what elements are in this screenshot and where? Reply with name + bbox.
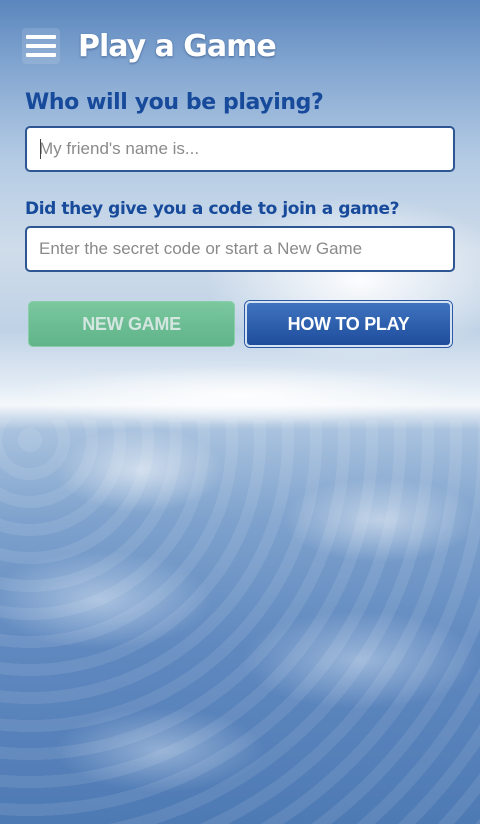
hamburger-menu-icon — [26, 35, 56, 39]
game-code-label: Did they give you a code to join a game? — [25, 199, 400, 219]
menu-button[interactable] — [22, 28, 60, 64]
game-code-field-wrapper — [25, 226, 455, 272]
cloud-layer — [0, 420, 480, 824]
opponent-name-label: Who will you be playing? — [25, 90, 324, 115]
app-header: Play a Game — [0, 22, 480, 78]
opponent-name-field-wrapper — [25, 126, 455, 172]
text-cursor — [40, 139, 41, 159]
game-code-input[interactable] — [27, 228, 453, 270]
opponent-name-input[interactable] — [27, 128, 453, 170]
hamburger-menu-icon-bar — [26, 44, 56, 48]
how-to-play-button[interactable]: HOW TO PLAY — [245, 301, 452, 347]
new-game-button[interactable]: NEW GAME — [28, 301, 235, 347]
page-title: Play a Game — [78, 29, 277, 64]
hamburger-menu-icon-bar — [26, 53, 56, 57]
